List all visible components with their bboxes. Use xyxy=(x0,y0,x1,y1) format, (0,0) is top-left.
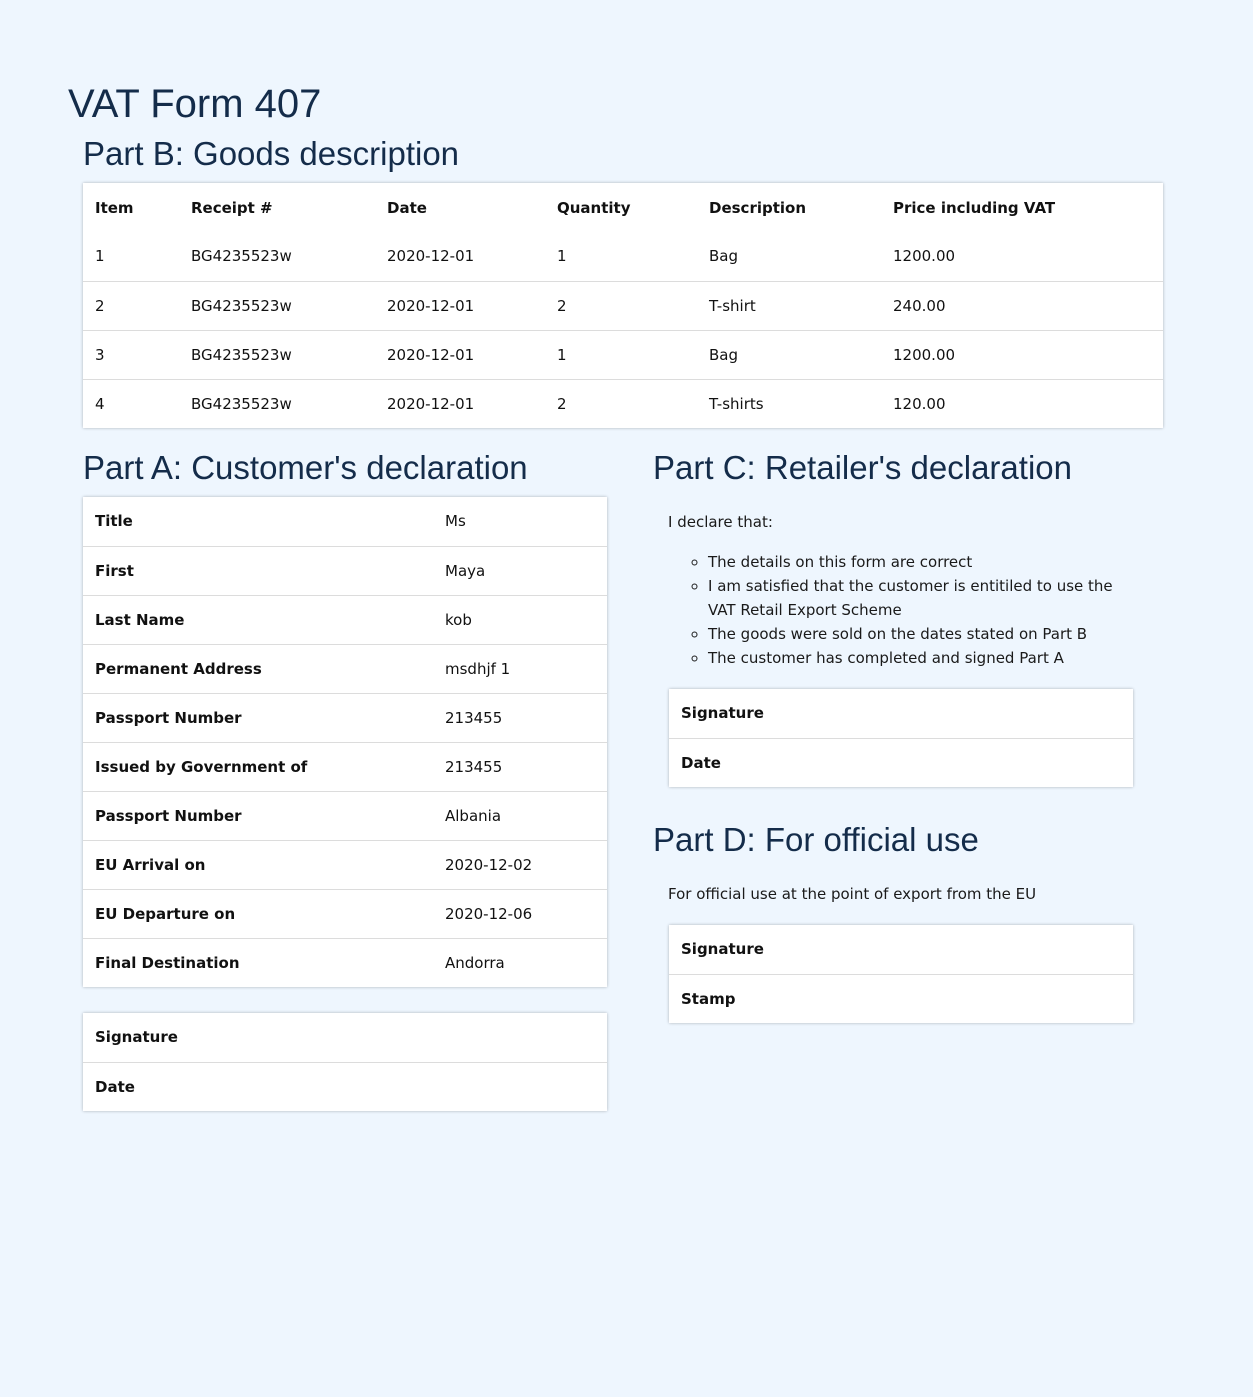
customer-details-card: Title Ms First Maya Last Name kob Perman… xyxy=(83,497,607,987)
field-label: Passport Number xyxy=(83,692,433,742)
stamp-row: Stamp xyxy=(669,973,1133,1023)
first-name-row: First Maya xyxy=(83,545,607,595)
list-item: The details on this form are correct xyxy=(708,550,1133,574)
quantity-cell: 1 xyxy=(545,329,697,379)
column-header-receipt: Receipt # xyxy=(191,198,273,217)
item-cell: 2 xyxy=(83,280,179,330)
last-name-row: Last Name kob xyxy=(83,594,607,644)
customer-details-table: Title Ms First Maya Last Name kob Perman… xyxy=(83,497,607,987)
signature-row: Signature xyxy=(669,925,1133,974)
date-row: Date xyxy=(669,737,1133,787)
field-value: Andorra xyxy=(433,937,607,987)
item-cell: 3 xyxy=(83,329,179,379)
field-label: Title xyxy=(95,512,133,531)
retailer-signature-table: Signature Date xyxy=(669,689,1133,787)
field-label: First xyxy=(83,545,433,595)
quantity-cell: 1 xyxy=(557,247,567,266)
part-d-heading: Part D: For official use xyxy=(653,821,979,858)
field-label: Last Name xyxy=(83,594,433,644)
field-label: Issued by Government of xyxy=(83,741,433,791)
customer-signature-card: Signature Date xyxy=(83,1013,607,1111)
part-b-heading: Part B: Goods description xyxy=(83,135,460,172)
field-label: Final Destination xyxy=(83,937,433,987)
official-use-table: Signature Stamp xyxy=(669,925,1133,1023)
column-header-price: Price including VAT xyxy=(893,198,1056,217)
date-cell: 2020-12-01 xyxy=(387,247,475,266)
page-title: VAT Form 407 xyxy=(68,82,322,126)
field-value: 2020-12-02 xyxy=(433,839,607,889)
table-row: 1 BG4235523w 2020-12-01 1 Bag 1200.00 xyxy=(83,232,1163,281)
list-item: The goods were sold on the dates stated … xyxy=(708,622,1133,646)
receipt-cell: BG4235523w xyxy=(179,329,375,379)
date-row: Date xyxy=(83,1061,607,1111)
retailer-declaration-intro: I declare that: xyxy=(668,513,773,531)
column-header-item: Item xyxy=(95,198,134,217)
retailer-signature-card: Signature Date xyxy=(669,689,1133,787)
goods-table-header-row: Item Receipt # Date Quantity Description… xyxy=(83,183,1163,232)
date-label: Date xyxy=(83,1061,607,1111)
list-item: The customer has completed and signed Pa… xyxy=(708,646,1133,670)
eu-arrival-row: EU Arrival on 2020-12-02 xyxy=(83,839,607,889)
field-label: Permanent Address xyxy=(83,643,433,693)
quantity-cell: 2 xyxy=(545,280,697,330)
table-row: 2 BG4235523w 2020-12-01 2 T-shirt 240.00 xyxy=(83,280,1163,330)
quantity-cell: 2 xyxy=(545,378,697,428)
field-value: Albania xyxy=(433,790,607,840)
official-use-intro: For official use at the point of export … xyxy=(668,885,1037,903)
field-value: Ms xyxy=(445,512,466,531)
signature-label: Signature xyxy=(681,940,764,959)
list-item: I am satisfied that the customer is enti… xyxy=(708,574,1133,622)
description-cell: T-shirt xyxy=(697,280,881,330)
passport-number-row: Passport Number 213455 xyxy=(83,692,607,742)
description-cell: Bag xyxy=(697,329,881,379)
description-cell: Bag xyxy=(709,247,739,266)
official-use-card: Signature Stamp xyxy=(669,925,1133,1023)
field-value: kob xyxy=(433,594,607,644)
part-a-heading: Part A: Customer's declaration xyxy=(83,449,528,486)
goods-table-card: Item Receipt # Date Quantity Description… xyxy=(83,183,1163,428)
retailer-declaration-list: The details on this form are correct I a… xyxy=(668,550,1133,670)
date-cell: 2020-12-01 xyxy=(375,378,545,428)
item-cell: 1 xyxy=(95,247,105,266)
table-row: 4 BG4235523w 2020-12-01 2 T-shirts 120.0… xyxy=(83,378,1163,428)
receipt-cell: BG4235523w xyxy=(179,280,375,330)
signature-row: Signature xyxy=(669,689,1133,738)
field-value: msdhjf 1 xyxy=(433,643,607,693)
column-header-date: Date xyxy=(387,198,427,217)
customer-signature-table: Signature Date xyxy=(83,1013,607,1111)
date-label: Date xyxy=(669,737,1133,787)
receipt-cell: BG4235523w xyxy=(191,247,292,266)
field-label: EU Departure on xyxy=(83,888,433,938)
column-header-quantity: Quantity xyxy=(557,198,631,217)
stamp-label: Stamp xyxy=(669,973,1133,1023)
title-row: Title Ms xyxy=(83,497,607,546)
signature-row: Signature xyxy=(83,1013,607,1062)
field-value: 213455 xyxy=(433,692,607,742)
part-c-heading: Part C: Retailer's declaration xyxy=(653,449,1072,486)
eu-departure-row: EU Departure on 2020-12-06 xyxy=(83,888,607,938)
field-label: Passport Number xyxy=(83,790,433,840)
table-row: 3 BG4235523w 2020-12-01 1 Bag 1200.00 xyxy=(83,329,1163,379)
description-cell: T-shirts xyxy=(697,378,881,428)
price-cell: 1200.00 xyxy=(893,247,956,266)
column-header-description: Description xyxy=(709,198,807,217)
item-cell: 4 xyxy=(83,378,179,428)
date-cell: 2020-12-01 xyxy=(375,329,545,379)
price-cell: 120.00 xyxy=(881,378,1163,428)
date-cell: 2020-12-01 xyxy=(375,280,545,330)
field-value: 2020-12-06 xyxy=(433,888,607,938)
field-value: Maya xyxy=(433,545,607,595)
signature-label: Signature xyxy=(681,704,764,723)
receipt-cell: BG4235523w xyxy=(179,378,375,428)
issued-by-row: Issued by Government of 213455 xyxy=(83,741,607,791)
signature-label: Signature xyxy=(95,1028,178,1047)
goods-table: Item Receipt # Date Quantity Description… xyxy=(83,183,1163,428)
price-cell: 240.00 xyxy=(881,280,1163,330)
field-label: EU Arrival on xyxy=(83,839,433,889)
price-cell: 1200.00 xyxy=(881,329,1163,379)
final-destination-row: Final Destination Andorra xyxy=(83,937,607,987)
field-value: 213455 xyxy=(433,741,607,791)
permanent-address-row: Permanent Address msdhjf 1 xyxy=(83,643,607,693)
passport-country-row: Passport Number Albania xyxy=(83,790,607,840)
